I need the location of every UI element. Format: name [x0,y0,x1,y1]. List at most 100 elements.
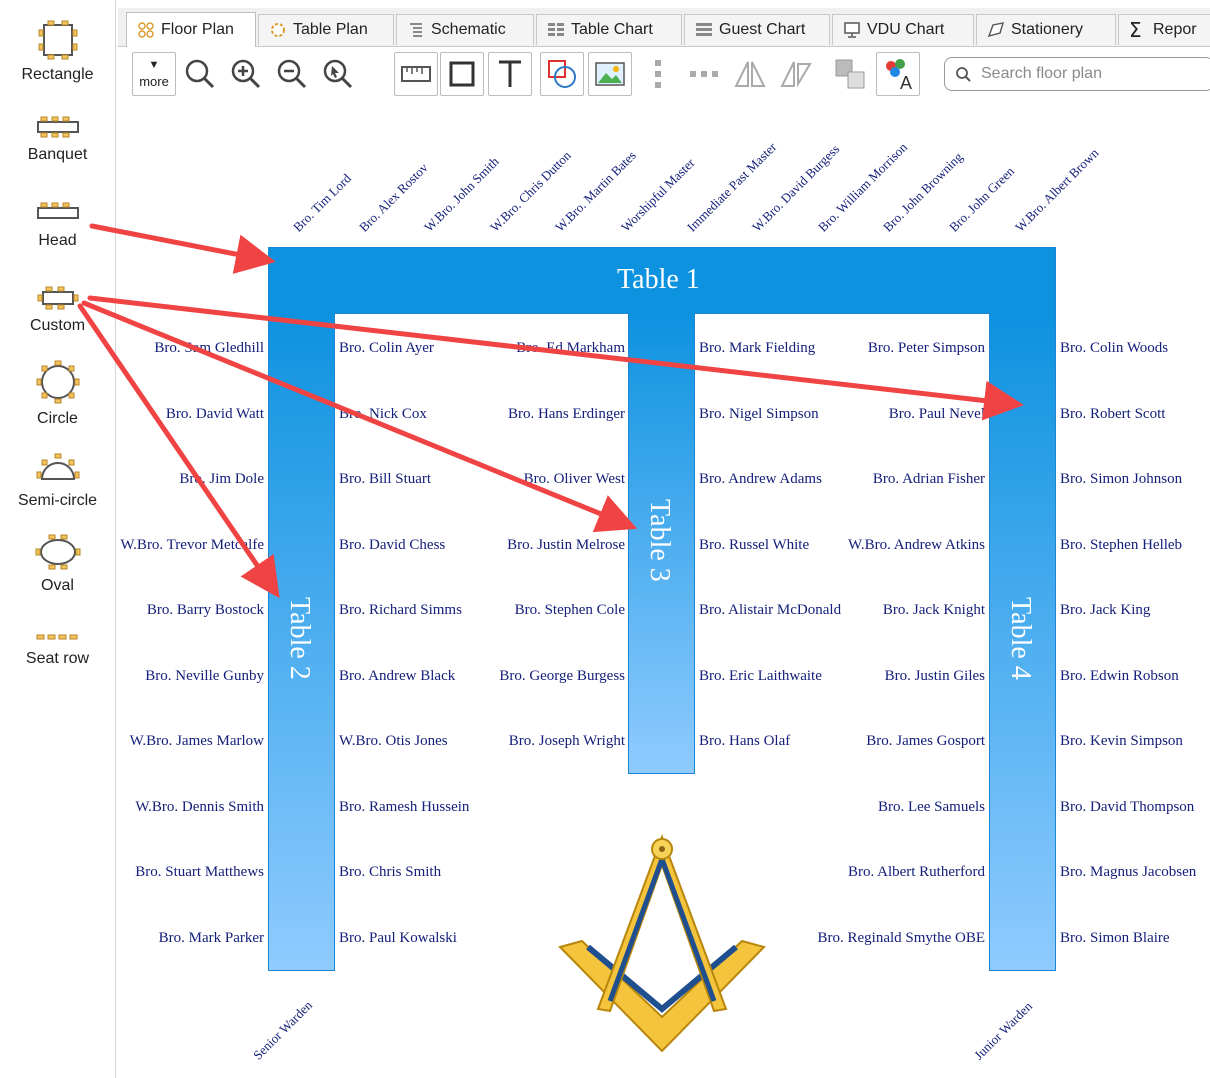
guest-seat[interactable]: Bro. Mark Parker [159,930,264,947]
guest-seat[interactable]: Bro. Robert Scott [1060,406,1165,423]
guest-seat[interactable]: Bro. Stuart Matthews [135,864,264,881]
tab-schematic[interactable]: Schematic [396,14,534,45]
head-seat[interactable]: W.Bro. Albert Brown [1012,145,1102,235]
tab-floor-plan[interactable]: Floor Plan [126,12,256,47]
palette-item-seat-row[interactable]: Seat row [0,630,115,668]
guest-seat[interactable]: Bro. Andrew Adams [699,471,822,488]
tab-table-plan[interactable]: Table Plan [258,14,394,45]
palette-item-oval[interactable]: Oval [0,533,115,595]
senior-warden-seat[interactable]: Senior Warden [250,998,316,1064]
floor-plan-canvas[interactable]: Bro. Tim Lord Bro. Alex Rostov W.Bro. John… [118,104,1210,1078]
guest-seat[interactable]: Bro. Ed Markham [516,340,625,357]
guest-seat[interactable]: Bro. Paul Nevel [889,406,985,423]
guest-seat[interactable]: Bro. Edwin Robson [1060,668,1179,685]
guest-seat[interactable]: Bro. Oliver West [524,471,625,488]
search-box[interactable] [944,57,1210,91]
search-input[interactable] [979,64,1183,84]
guest-seat[interactable]: Bro. Russel White [699,537,809,554]
guest-seat[interactable]: Bro. Colin Ayer [339,340,434,357]
palette-item-circle[interactable]: Circle [0,360,115,428]
guest-seat[interactable]: Bro. George Burgess [499,668,625,685]
tab-stationery[interactable]: Stationery [976,14,1116,45]
guest-seat[interactable]: Bro. James Gosport [866,733,985,750]
guest-seat[interactable]: Bro. Mark Fielding [699,340,815,357]
ruler-button[interactable] [394,52,438,96]
guest-seat[interactable]: Bro. Barry Bostock [147,602,264,619]
tab-table-chart[interactable]: Table Chart [536,14,682,45]
guest-seat[interactable]: Bro. Justin Giles [885,668,985,685]
zoom-out-button[interactable] [270,52,314,96]
more-button[interactable]: ▼ more [132,52,176,96]
guest-seat[interactable]: Bro. Joseph Wright [509,733,625,750]
guest-seat[interactable]: Bro. Stephen Cole [515,602,625,619]
table-2[interactable]: Table 2 [268,313,335,971]
tab-guest-chart[interactable]: Guest Chart [684,14,830,45]
palette-item-head[interactable]: Head [0,200,115,250]
guest-seat[interactable]: Bro. Reginald Smythe OBE [818,930,986,947]
guest-seat[interactable]: Bro. Justin Melrose [507,537,625,554]
guest-seat[interactable]: Bro. David Chess [339,537,445,554]
palette-item-semi-circle[interactable]: Semi-circle [0,452,115,510]
guest-seat[interactable]: Bro. Stephen Helleb [1060,537,1182,554]
flip-horizontal-button[interactable] [728,52,772,96]
guest-seat[interactable]: Bro. Kevin Simpson [1060,733,1183,750]
palette-item-banquet[interactable]: Banquet [0,114,115,164]
guest-seat[interactable]: Bro. Colin Woods [1060,340,1168,357]
arrange-button[interactable] [828,52,872,96]
guest-seat[interactable]: Bro. Lee Samuels [878,799,985,816]
guest-seat[interactable]: Bro. Jim Dole [179,471,264,488]
head-seat[interactable]: Bro. John Green [946,163,1018,235]
zoom-fit-button[interactable] [178,52,222,96]
shapes-button[interactable] [540,52,584,96]
guest-seat[interactable]: Bro. Alistair McDonald [699,602,841,619]
guest-seat[interactable]: Bro. Hans Erdinger [508,406,625,423]
guest-seat[interactable]: Bro. Andrew Black [339,668,455,685]
guest-seat[interactable]: Bro. Eric Laithwaite [699,668,822,685]
guest-seat[interactable]: Bro. Richard Simms [339,602,462,619]
zoom-in-button[interactable] [224,52,268,96]
guest-seat[interactable]: Bro. David Watt [166,406,264,423]
vertical-seats-button[interactable] [636,52,680,96]
guest-seat[interactable]: Bro. Hans Olaf [699,733,790,750]
palette-item-rectangle[interactable]: Rectangle [0,20,115,84]
table-1[interactable]: Table 1 [268,247,1056,314]
guest-seat[interactable]: Bro. Nick Cox [339,406,427,423]
head-seat[interactable]: Bro. Tim Lord [290,171,355,236]
guest-seat[interactable]: Bro. Jack Knight [883,602,985,619]
guest-seat[interactable]: W.Bro. Trevor Metcalfe [120,537,264,554]
custom-table-icon [37,286,78,310]
guest-seat[interactable]: Bro. Albert Rutherford [848,864,985,881]
draw-rectangle-button[interactable] [440,52,484,96]
tab-reports[interactable]: Σ Repor [1118,14,1210,45]
palette-item-custom[interactable]: Custom [0,285,115,335]
guest-seat[interactable]: Bro. Neville Gunby [145,668,264,685]
junior-warden-seat[interactable]: Junior Warden [971,999,1036,1064]
guest-seat[interactable]: W.Bro. Dennis Smith [135,799,264,816]
guest-seat[interactable]: Bro. Paul Kowalski [339,930,457,947]
guest-seat[interactable]: Bro. Simon Blaire [1060,930,1170,947]
head-seat[interactable]: Bro. Alex Rostov [356,160,431,235]
guest-seat[interactable]: Bro. David Thompson [1060,799,1194,816]
guest-seat[interactable]: W.Bro. Andrew Atkins [848,537,985,554]
guest-seat[interactable]: Bro. Chris Smith [339,864,441,881]
guest-seat[interactable]: W.Bro. Otis Jones [339,733,448,750]
guest-seat[interactable]: Bro. Bill Stuart [339,471,431,488]
zoom-select-button[interactable] [316,52,360,96]
guest-seat[interactable]: Bro. Jack King [1060,602,1150,619]
guest-seat[interactable]: Bro. Magnus Jacobsen [1060,864,1196,881]
guest-seat[interactable]: Bro. Sam Gledhill [154,340,264,357]
guest-seat[interactable]: Bro. Adrian Fisher [873,471,985,488]
guest-seat[interactable]: Bro. Simon Johnson [1060,471,1182,488]
insert-image-button[interactable] [588,52,632,96]
guest-seat[interactable]: Bro. Peter Simpson [868,340,985,357]
tab-vdu-chart[interactable]: VDU Chart [832,14,974,45]
horizontal-seats-button[interactable] [682,52,726,96]
add-text-button[interactable] [488,52,532,96]
guest-seat[interactable]: Bro. Nigel Simpson [699,406,819,423]
flip-vertical-button[interactable] [774,52,818,96]
table-4[interactable]: Table 4 [989,313,1056,971]
guest-seat[interactable]: W.Bro. James Marlow [130,733,264,750]
guest-seat[interactable]: Bro. Ramesh Hussein [339,799,469,816]
table-3[interactable]: Table 3 [628,313,695,774]
color-font-button[interactable]: A [876,52,920,96]
